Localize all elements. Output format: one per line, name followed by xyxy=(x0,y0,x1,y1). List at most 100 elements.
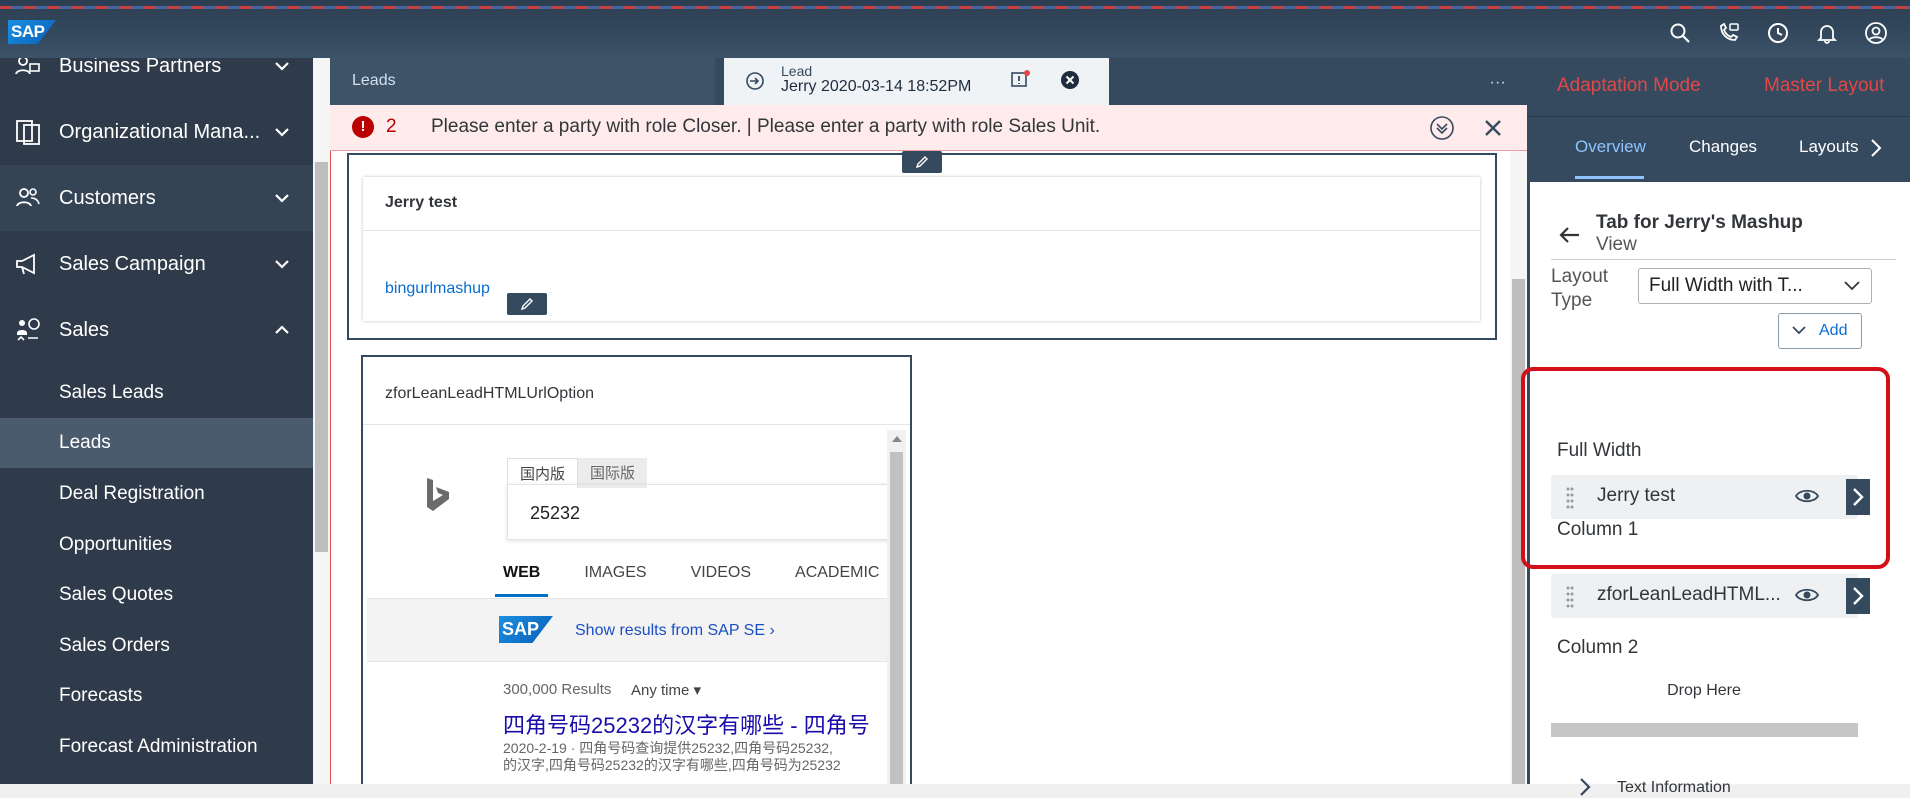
layout-type-value: Full Width with T... xyxy=(1649,275,1803,296)
edit-full-width-button[interactable] xyxy=(902,151,942,173)
bell-icon[interactable] xyxy=(1802,18,1851,48)
tab-lead-title: Jerry 2020-03-14 18:52PM xyxy=(781,78,972,95)
tab-overview[interactable]: Overview xyxy=(1575,137,1646,157)
bing-nav-web[interactable]: WEB xyxy=(495,564,549,597)
navigate-row-column-1-button[interactable] xyxy=(1846,578,1870,614)
section-column-2: Column 2 xyxy=(1557,637,1639,658)
chevron-right-icon[interactable] xyxy=(1577,776,1593,798)
nav-sub-item-label: Leads xyxy=(59,432,111,453)
sap-logo: SAP xyxy=(499,616,553,643)
result-title-link[interactable]: 四角号码25232的汉字有哪些 - 四角号 xyxy=(503,708,870,740)
nav-sub-item-label: Forecasts xyxy=(59,685,143,706)
scroll-up-arrow-icon[interactable] xyxy=(892,436,902,442)
nav-item-sales[interactable]: Sales xyxy=(0,297,313,363)
nav-item-label: Business Partners xyxy=(59,58,222,77)
nav-item-label: Sales Campaign xyxy=(59,252,206,275)
nav-scrollbar[interactable] xyxy=(313,58,330,784)
error-icon: ! xyxy=(352,116,374,138)
drop-zone[interactable] xyxy=(1551,723,1858,737)
organization-icon xyxy=(16,120,40,145)
edit-column-button[interactable] xyxy=(507,293,547,315)
any-time-label: Any time xyxy=(631,682,690,699)
chevron-down-icon xyxy=(1844,281,1860,291)
left-navigation: Business Partners Organizational Mana...… xyxy=(0,58,313,784)
nav-sub-item-label: Forecast Administration xyxy=(59,736,258,757)
tab-leads[interactable]: Leads xyxy=(330,58,715,105)
notification-alert-icon[interactable] xyxy=(1009,69,1031,91)
bing-nav-videos[interactable]: VIDEOS xyxy=(691,564,751,597)
nav-sub-item-leads[interactable]: Leads xyxy=(0,418,313,468)
tab-changes[interactable]: Changes xyxy=(1689,137,1757,157)
bing-nav-images[interactable]: IMAGES xyxy=(584,564,646,597)
chevron-right-icon: › xyxy=(769,622,775,639)
error-count[interactable]: 2 xyxy=(386,116,397,138)
master-layout-label[interactable]: Master Layout xyxy=(1764,75,1884,97)
error-message: Please enter a party with role Closer. |… xyxy=(431,116,1101,137)
chevron-up-icon xyxy=(275,325,289,334)
clock-icon[interactable] xyxy=(1753,18,1802,48)
add-button[interactable]: Add xyxy=(1778,313,1862,349)
adaptation-header: Adaptation Mode Master Layout xyxy=(1527,58,1910,116)
embedded-bing-frame[interactable]: 国内版 国际版 25232 WEB IMAGES VIDEOS ACADEMIC… xyxy=(367,430,889,784)
bing-scrollbar-thumb[interactable] xyxy=(890,452,903,784)
any-time-filter[interactable]: Any time ▾ xyxy=(631,681,701,699)
divider xyxy=(1551,259,1896,260)
error-message-strip: ! 2 Please enter a party with role Close… xyxy=(330,105,1527,151)
phone-chat-icon[interactable] xyxy=(1704,18,1753,48)
nav-sub-item-forecasts[interactable]: Forecasts xyxy=(0,671,313,721)
eye-icon[interactable] xyxy=(1795,586,1819,604)
adaptation-tabs: Overview Changes Layouts xyxy=(1527,116,1910,182)
layout-type-select[interactable]: Full Width with T... xyxy=(1638,268,1872,304)
pencil-icon xyxy=(915,156,928,169)
close-tab-icon[interactable] xyxy=(1060,70,1080,90)
tab-lead-detail[interactable]: Lead Jerry 2020-03-14 18:52PM xyxy=(724,58,1109,105)
sap-logo[interactable]: SAP xyxy=(8,20,56,44)
drag-handle-icon[interactable] xyxy=(1565,584,1575,608)
sap-results-link[interactable]: Show results from SAP SE › xyxy=(575,622,775,640)
content-area: Jerry test bingurlmashup zforLeanLeadHTM… xyxy=(330,151,1527,784)
drop-zone-label: Drop Here xyxy=(1667,682,1741,699)
nav-item-customers[interactable]: Customers xyxy=(0,165,313,231)
bing-scrollbar[interactable] xyxy=(887,430,906,784)
expand-down-icon[interactable] xyxy=(1429,115,1455,141)
nav-item-label: Sales xyxy=(59,318,110,341)
bing-nav-academic[interactable]: ACADEMIC xyxy=(795,564,879,597)
chevron-down-icon xyxy=(275,62,289,71)
nav-sub-item-opportunities[interactable]: Opportunities xyxy=(0,520,313,570)
nav-sub-item-label: Deal Registration xyxy=(59,483,205,504)
bing-logo-icon xyxy=(427,478,449,511)
text-information-section[interactable]: Text Information xyxy=(1617,779,1731,797)
nav-sub-item-sales-quotes[interactable]: Sales Quotes xyxy=(0,570,313,620)
nav-item-business-partners[interactable]: Business Partners xyxy=(0,58,313,99)
result-snippet: 2020-2-19 · 四角号码查询提供25232,四角号码25232, 的汉字… xyxy=(503,740,889,774)
column-card[interactable]: zforLeanLeadHTMLUrlOption 国内版 国际版 25232 … xyxy=(361,355,912,784)
layout-row-column-1[interactable]: zforLeanLeadHTML... xyxy=(1551,574,1858,618)
pencil-icon xyxy=(520,298,533,311)
bing-search-input[interactable]: 25232 xyxy=(507,484,889,540)
nav-sub-item-sales-orders[interactable]: Sales Orders xyxy=(0,621,313,671)
nav-sub-item-sales-leads[interactable]: Sales Leads xyxy=(0,368,313,418)
bing-sap-suggestion[interactable]: SAP Show results from SAP SE › xyxy=(367,598,889,662)
business-partners-icon xyxy=(15,58,40,75)
close-icon[interactable] xyxy=(1482,117,1504,139)
nav-item-label: Customers xyxy=(59,186,156,209)
shell-actions xyxy=(1655,18,1900,48)
full-width-card-title: Jerry test xyxy=(363,177,1480,231)
nav-item-sales-campaign[interactable]: Sales Campaign xyxy=(0,231,313,297)
active-tab-indicator xyxy=(1575,176,1644,179)
tab-overflow-button[interactable]: ∙∙∙ xyxy=(1490,74,1506,92)
user-icon[interactable] xyxy=(1851,18,1900,48)
chevron-right-icon[interactable] xyxy=(1867,137,1885,159)
nav-item-label: Organizational Mana... xyxy=(59,120,261,143)
nav-sub-item-deal-registration[interactable]: Deal Registration xyxy=(0,469,313,519)
nav-item-organizational-management[interactable]: Organizational Mana... xyxy=(0,99,313,165)
nav-scrollbar-thumb[interactable] xyxy=(315,162,328,552)
chevron-down-icon xyxy=(1792,326,1806,335)
chevron-down-icon xyxy=(275,260,289,269)
nav-sub-item-forecast-administration[interactable]: Forecast Administration xyxy=(0,722,313,772)
nav-sub-item-label: Sales Leads xyxy=(59,382,164,403)
mashup-link[interactable]: bingurlmashup xyxy=(385,280,490,298)
tab-layouts[interactable]: Layouts xyxy=(1799,137,1859,157)
back-arrow-icon[interactable] xyxy=(1557,222,1583,248)
search-icon[interactable] xyxy=(1655,18,1704,48)
